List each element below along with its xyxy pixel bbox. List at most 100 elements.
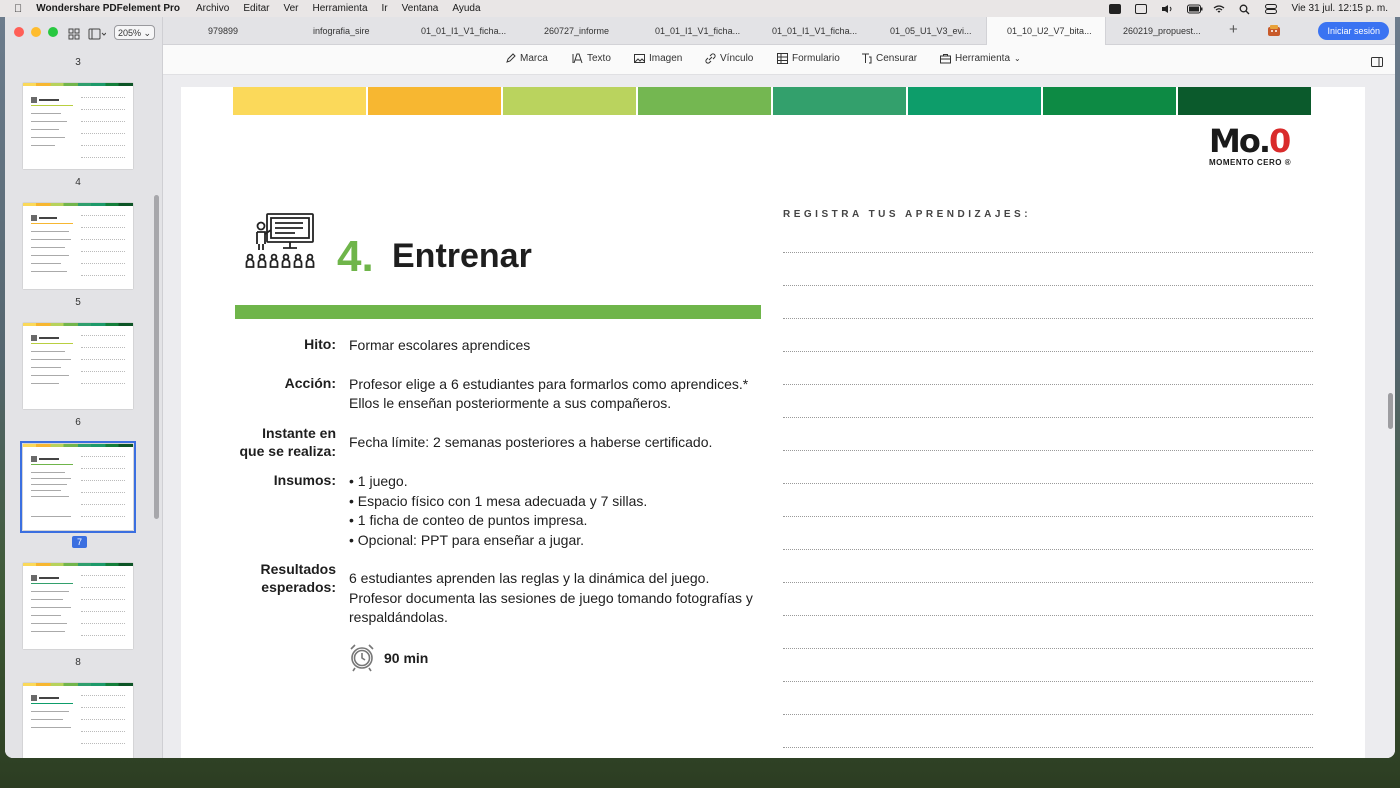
- band-segment-6: [908, 87, 1041, 115]
- insumos-item-2: • Espacio físico con 1 mesa adecuada y 7…: [349, 493, 648, 509]
- apple-menu-icon[interactable]: : [14, 3, 22, 15]
- writing-line: [783, 252, 1313, 253]
- thumb-label-3: 3: [75, 57, 81, 68]
- marca-tool-button[interactable]: Marca: [505, 53, 548, 64]
- image-icon: [634, 54, 645, 63]
- document-canvas: Mo.0 MOMENTO CERO ® 4. Entrenar Hito: Ac…: [163, 75, 1395, 758]
- writing-line: [783, 681, 1313, 682]
- page-thumbnail-8[interactable]: [23, 563, 133, 649]
- herramienta-label: Herramienta: [955, 53, 1011, 64]
- tab-4[interactable]: 01_01_I1_V1_ficha...: [655, 17, 755, 45]
- censurar-tool-button[interactable]: Censurar: [861, 53, 917, 64]
- page-thumbnail-6[interactable]: [23, 323, 133, 409]
- display-icon[interactable]: [1135, 3, 1148, 14]
- field-labels-column: Hito: Acción: Instante en que se realiza…: [235, 87, 337, 687]
- resultados-value-line3: respaldándolas.: [349, 609, 448, 625]
- duration-label: 90 min: [384, 650, 429, 666]
- tab-8[interactable]: 260219_propuest...: [1123, 17, 1223, 45]
- step-title: Entrenar: [392, 237, 532, 275]
- writing-line: [783, 549, 1313, 550]
- page-thumbnail-5[interactable]: [23, 203, 133, 289]
- menu-ventana[interactable]: Ventana: [402, 3, 439, 14]
- color-band: [233, 87, 1311, 115]
- writing-line: [783, 714, 1313, 715]
- tab-1[interactable]: infografia_sire: [313, 17, 413, 45]
- sidebar-scrollbar[interactable]: [154, 195, 159, 519]
- login-button[interactable]: Iniciar sesión: [1318, 22, 1389, 40]
- band-segment-7: [1043, 87, 1176, 115]
- herramienta-tool-button[interactable]: Herramienta ⌄: [940, 53, 1021, 64]
- page-thumbnail-9[interactable]: [23, 683, 133, 758]
- logo-wordmark: Mo.0: [1209, 124, 1291, 158]
- wifi-icon[interactable]: [1213, 4, 1225, 14]
- writing-line: [783, 516, 1313, 517]
- texto-tool-button[interactable]: Texto: [572, 53, 611, 64]
- logo-subtitle: MOMENTO CERO ®: [1209, 158, 1292, 167]
- status-area: Vie 31 jul. 12:15 p. m.: [1109, 0, 1388, 17]
- pdf-page: Mo.0 MOMENTO CERO ® 4. Entrenar Hito: Ac…: [181, 87, 1365, 758]
- page-thumbnail-4[interactable]: [23, 83, 133, 169]
- zoom-select[interactable]: 205% ⌄: [114, 25, 156, 40]
- band-segment-5: [773, 87, 906, 115]
- toolbox-icon: [940, 54, 951, 64]
- chevron-down-icon: ⌄: [1014, 54, 1021, 63]
- thumbnail-sidebar: 205% ⌄ 3 4 5 6 7 8: [5, 17, 163, 758]
- tab-5[interactable]: 01_01_I1_V1_ficha...: [772, 17, 872, 45]
- right-panel-toggle-icon[interactable]: [1371, 54, 1383, 67]
- selected-page-badge: 7: [72, 536, 87, 548]
- tab-bar: 979899 infografia_sire 01_01_I1_V1_ficha…: [163, 17, 1395, 45]
- tab-6[interactable]: 01_05_U1_V3_evi...: [890, 17, 990, 45]
- menu-ver[interactable]: Ver: [283, 3, 298, 14]
- close-window-button[interactable]: [14, 27, 24, 37]
- menu-ayuda[interactable]: Ayuda: [452, 3, 480, 14]
- tab-0[interactable]: 979899: [208, 17, 308, 45]
- link-icon: [705, 53, 716, 64]
- resultados-label-line2: esperados:: [261, 579, 336, 595]
- new-tab-icon[interactable]: +: [1229, 21, 1238, 38]
- writing-line: [783, 450, 1313, 451]
- accion-value-line1: Profesor elige a 6 estudiantes para form…: [349, 376, 749, 392]
- band-segment-3: [503, 87, 636, 115]
- volume-icon[interactable]: [1161, 4, 1173, 14]
- document-scrollbar[interactable]: [1388, 393, 1393, 429]
- battery-icon[interactable]: [1187, 4, 1203, 14]
- writing-line: [783, 747, 1313, 748]
- sidebar-toggle-icon[interactable]: [88, 27, 107, 39]
- menu-editar[interactable]: Editar: [243, 3, 269, 14]
- tab-7-active[interactable]: 01_10_U2_V7_bita...: [986, 17, 1106, 45]
- tab-3[interactable]: 260727_informe: [544, 17, 644, 45]
- mascot-icon[interactable]: [1267, 24, 1281, 37]
- alarm-clock-icon: [350, 644, 374, 672]
- writing-line: [783, 582, 1313, 583]
- grid-view-icon[interactable]: [68, 27, 82, 39]
- control-center-icon[interactable]: [1265, 3, 1278, 14]
- writing-line: [783, 285, 1313, 286]
- thumb-label-5: 5: [75, 297, 81, 308]
- tab-2[interactable]: 01_01_I1_V1_ficha...: [421, 17, 521, 45]
- app-name-menu[interactable]: Wondershare PDFelement Pro: [36, 3, 180, 14]
- imagen-tool-button[interactable]: Imagen: [634, 53, 682, 64]
- formulario-tool-button[interactable]: Formulario: [777, 53, 840, 64]
- window-controls: [14, 27, 58, 37]
- instante-value: Fecha límite: 2 semanas posteriores a ha…: [349, 434, 713, 450]
- menu-archivo[interactable]: Archivo: [196, 3, 229, 14]
- momento-cero-logo: Mo.0 MOMENTO CERO ®: [1209, 124, 1291, 167]
- minimize-window-button[interactable]: [31, 27, 41, 37]
- menu-herramienta[interactable]: Herramienta: [313, 3, 368, 14]
- insumos-label: Insumos:: [273, 472, 336, 488]
- writing-line: [783, 318, 1313, 319]
- menubar-clock[interactable]: Vie 31 jul. 12:15 p. m.: [1291, 3, 1388, 14]
- sidebar-tools: 205% ⌄: [68, 25, 156, 40]
- page-thumbnail-7[interactable]: [20, 441, 136, 533]
- zoom-value: 205%: [118, 28, 142, 38]
- insumos-item-3: • 1 ficha de conteo de puntos impresa.: [349, 512, 588, 528]
- vinculo-label: Vínculo: [720, 53, 754, 64]
- menu-bar:  Wondershare PDFelement Pro Archivo Edi…: [0, 0, 1400, 17]
- writing-line: [783, 417, 1313, 418]
- menu-ir[interactable]: Ir: [382, 3, 388, 14]
- search-icon[interactable]: [1239, 4, 1251, 14]
- app-status-icon[interactable]: [1109, 3, 1122, 14]
- fullscreen-window-button[interactable]: [48, 27, 58, 37]
- vinculo-tool-button[interactable]: Vínculo: [705, 53, 753, 64]
- text-icon: [572, 53, 583, 64]
